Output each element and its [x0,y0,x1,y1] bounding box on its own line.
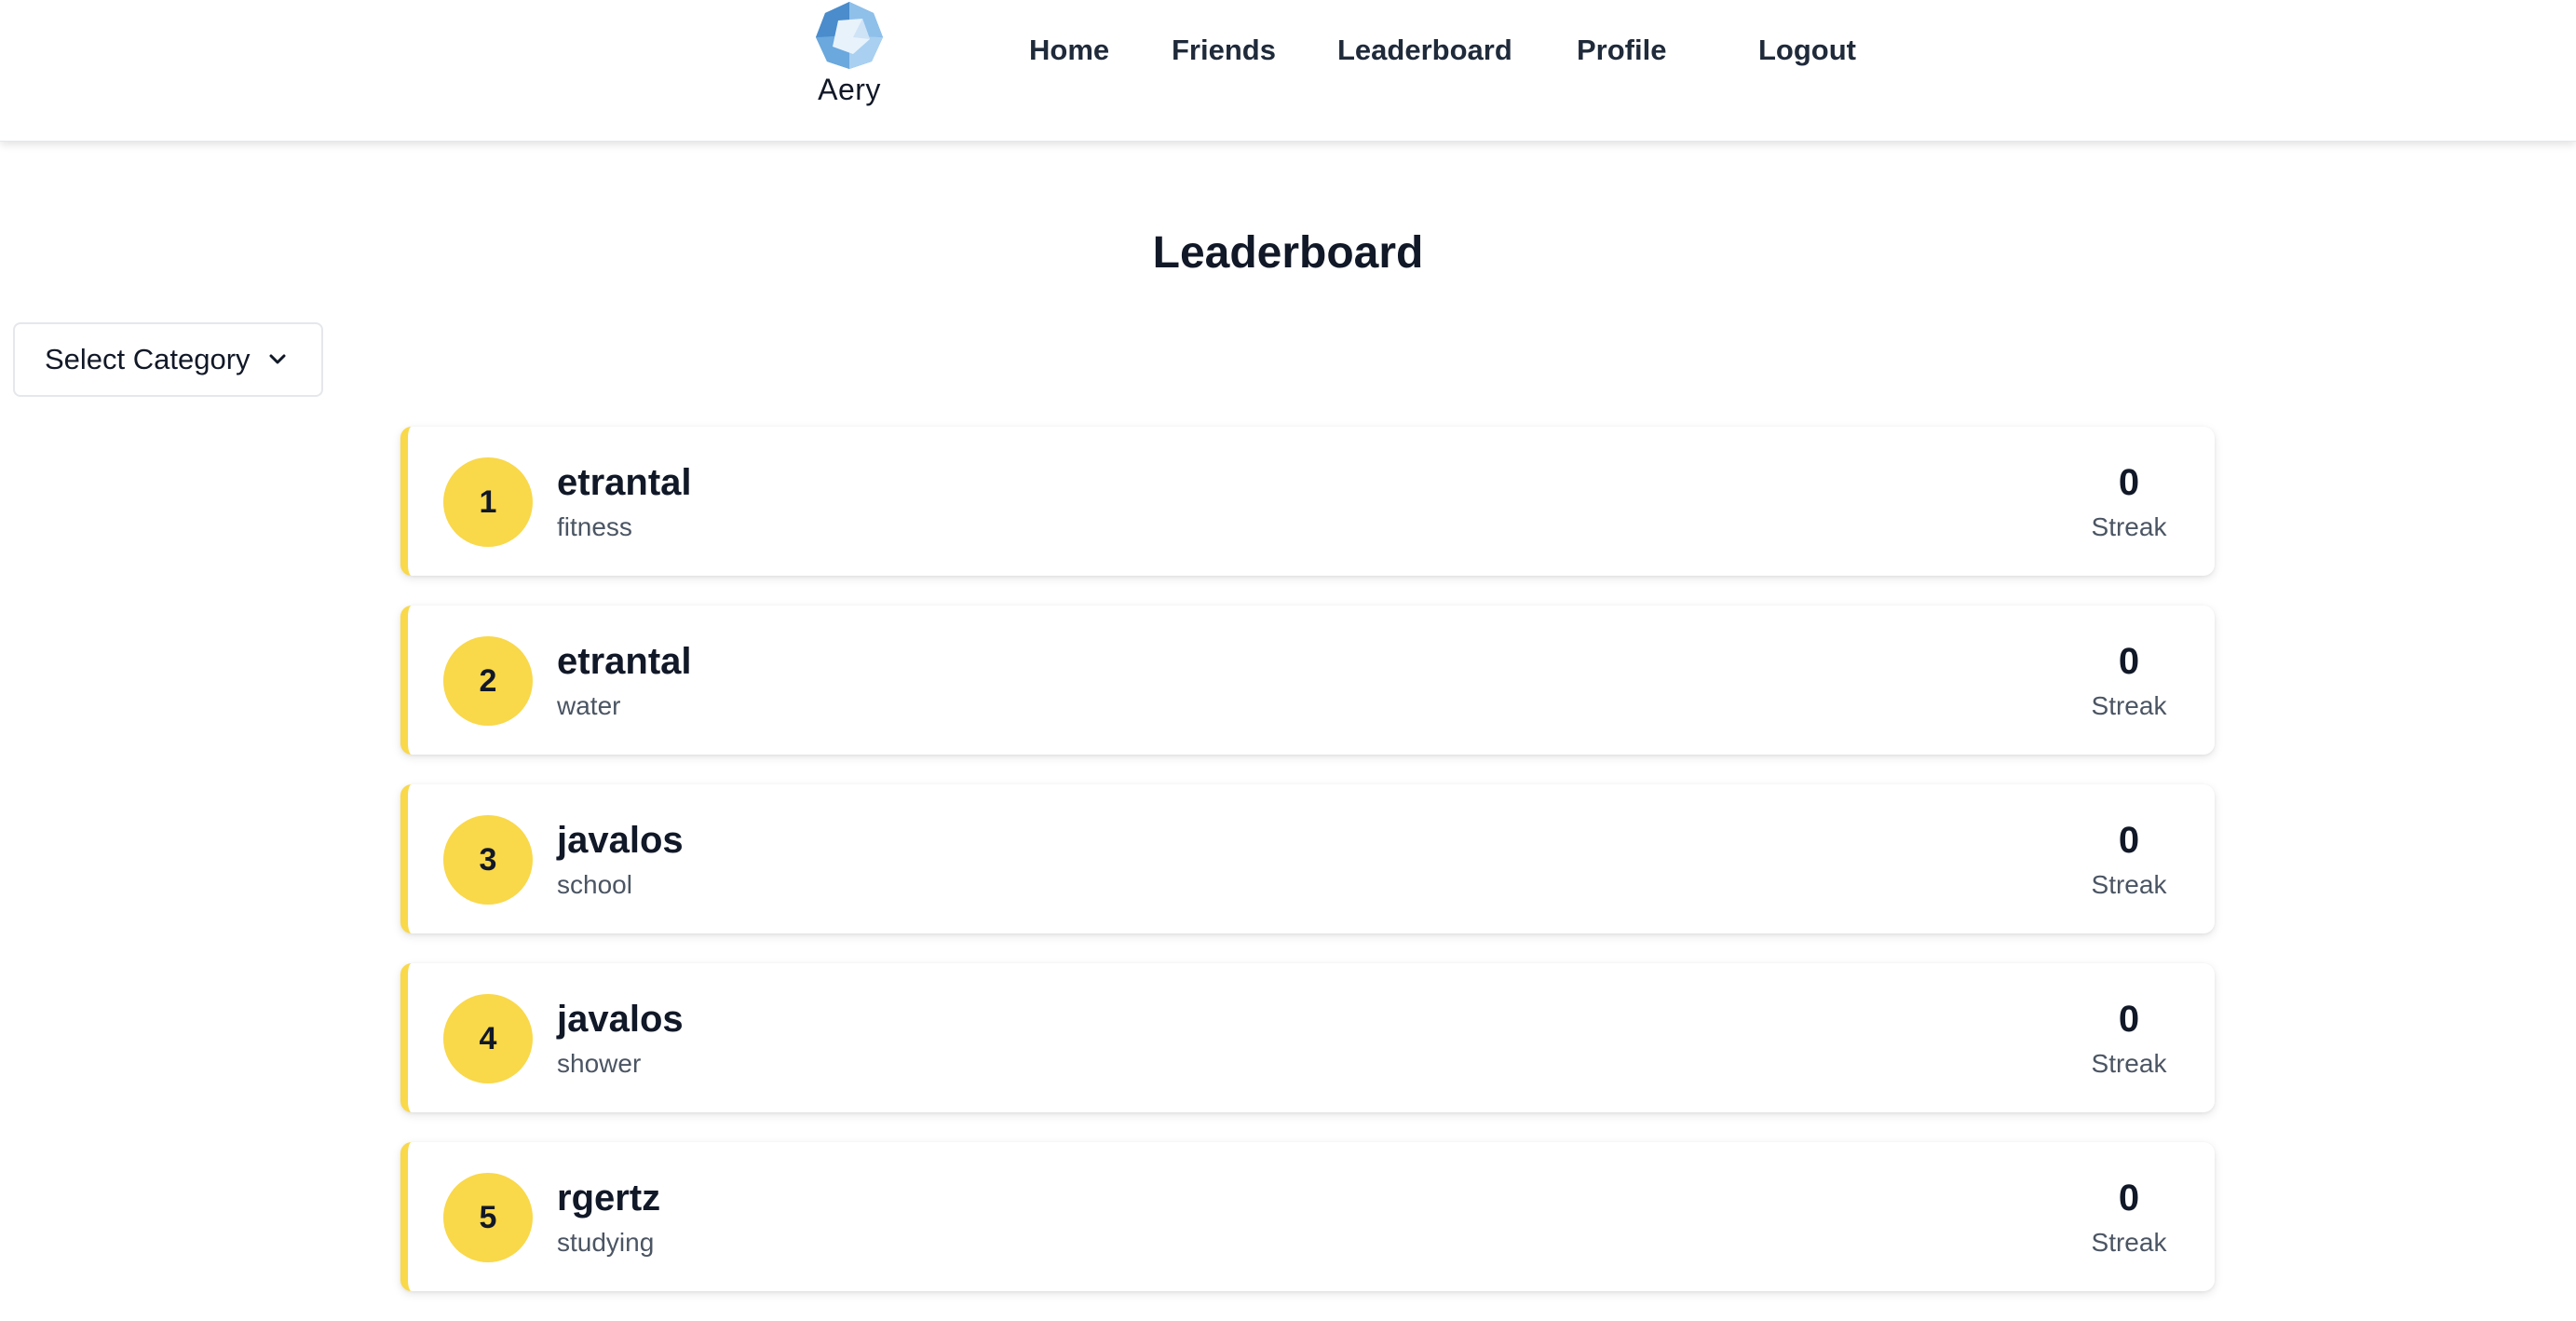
nav-friends[interactable]: Friends [1172,34,1276,67]
username: javalos [557,820,684,861]
nav-leaderboard[interactable]: Leaderboard [1337,34,1512,67]
username: javalos [557,999,684,1040]
streak-value: 0 [2118,1178,2140,1219]
streak-block: 0 Streak [2073,462,2185,542]
habit-category: water [557,691,621,720]
streak-label: Streak [2091,512,2167,541]
rank-badge: 1 [443,457,533,547]
leaderboard-list: 1 etrantal fitness 0 Streak 2 etrantal w… [400,427,2215,1321]
streak-value: 0 [2118,462,2140,503]
username: etrantal [557,641,692,682]
category-select[interactable]: Select Category [13,322,323,397]
streak-block: 0 Streak [2073,820,2185,900]
rank-badge: 4 [443,994,533,1083]
rank-badge: 3 [443,815,533,905]
nav-home[interactable]: Home [1029,34,1109,67]
streak-label: Streak [2091,1049,2167,1078]
leaderboard-row: 3 javalos school 0 Streak [400,784,2215,933]
rank-badge: 2 [443,636,533,726]
streak-block: 0 Streak [2073,999,2185,1079]
rank-badge: 5 [443,1173,533,1262]
top-navbar: Aery Home Friends Leaderboard Profile Lo… [0,0,2576,142]
chevron-down-icon [267,349,288,370]
brand-name: Aery [818,73,881,106]
streak-label: Streak [2091,691,2167,720]
streak-value: 0 [2118,820,2140,861]
habit-category: school [557,870,632,899]
streak-label: Streak [2091,1228,2167,1257]
category-select-label: Select Category [45,343,251,375]
brand-logo[interactable]: Aery [801,0,898,112]
username: etrantal [557,462,692,503]
streak-block: 0 Streak [2073,1178,2185,1258]
leaderboard-row: 5 rgertz studying 0 Streak [400,1142,2215,1291]
leaderboard-row: 4 javalos shower 0 Streak [400,963,2215,1112]
streak-block: 0 Streak [2073,641,2185,721]
habit-category: shower [557,1049,642,1078]
leaderboard-row: 2 etrantal water 0 Streak [400,606,2215,755]
streak-value: 0 [2118,999,2140,1040]
aery-logo-icon [812,0,887,71]
habit-category: studying [557,1228,655,1257]
leaderboard-row: 1 etrantal fitness 0 Streak [400,427,2215,576]
username: rgertz [557,1178,661,1219]
nav-profile[interactable]: Profile [1577,34,1666,67]
streak-value: 0 [2118,641,2140,682]
streak-label: Streak [2091,870,2167,899]
page-title: Leaderboard [1152,228,1424,278]
nav-logout[interactable]: Logout [1758,34,1856,67]
habit-category: fitness [557,512,632,541]
